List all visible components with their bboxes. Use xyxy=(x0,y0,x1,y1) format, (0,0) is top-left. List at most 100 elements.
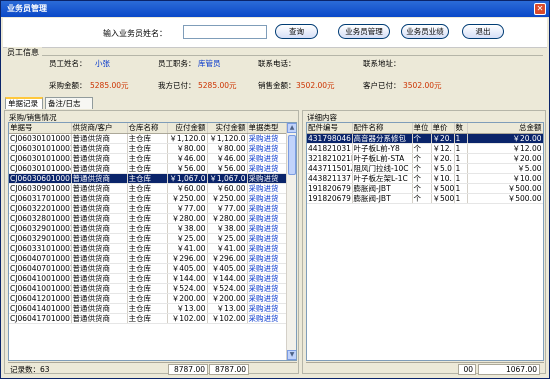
right-col-header[interactable]: 单价 xyxy=(431,123,455,134)
table-cell: 443821137 xyxy=(307,173,353,184)
left-col-header[interactable]: 单据号 xyxy=(9,123,72,134)
table-cell: ￥5.0 xyxy=(431,163,455,174)
scroll-up-icon[interactable]: ▲ xyxy=(287,123,296,133)
records-table-grid: 单据号 供货商/客户 仓库名称 应付金额 实付金额 单据类型 CJ060301010001… xyxy=(9,123,289,324)
right-col-header[interactable]: 配件编号 xyxy=(307,123,353,134)
table-cell: 191820679 xyxy=(307,183,353,194)
table-row[interactable]: CJ060407010001 普通供货商 主仓库 ￥296.00 ￥296.00 采购进货 xyxy=(9,253,289,264)
table-row[interactable]: 431798046 高音器分系修包个 ￥20. 1 ￥20.00 xyxy=(307,133,543,144)
table-row[interactable]: CJ060407010002 普通供货商 主仓库 ￥405.00 ￥405.00 采购进货 xyxy=(9,263,289,274)
table-cell: 主仓库 xyxy=(127,153,168,164)
table-cell: ￥500 xyxy=(431,183,455,194)
table-cell: ￥405.00 xyxy=(207,263,248,274)
table-cell: 采购进货 xyxy=(247,153,289,164)
purchase-sales-group: 采购/销售情况 单据号 供货商/客户 仓库名称 应付金额 实付金额 单据类型 CJ0603… xyxy=(4,110,299,375)
table-cell: ￥1,067.0 xyxy=(207,173,248,184)
divider xyxy=(7,55,543,56)
table-cell: 采购进货 xyxy=(247,303,289,314)
table-cell: 普通供货商 xyxy=(71,133,128,144)
table-row[interactable]: 321821021N 叶子板L前-STA 个 ￥20. 1 ￥20.00 xyxy=(307,153,543,164)
table-row[interactable]: CJ060329010003 普通供货商 主仓库 ￥25.00 ￥25.00 采购进货 xyxy=(9,233,289,244)
table-row[interactable]: CJ060301010003 普通供货商 主仓库 ￥46.00 ￥46.00 采购进货 xyxy=(9,153,289,164)
right-col-header[interactable]: 单位 xyxy=(412,123,432,134)
table-row[interactable]: CJ060301010002 普通供货商 主仓库 ￥80.00 ￥80.00 采购进货 xyxy=(9,143,289,154)
tab-records[interactable]: 单据记录 xyxy=(5,97,43,109)
left-col-header[interactable]: 仓库名称 xyxy=(127,123,168,134)
search-input[interactable] xyxy=(183,25,267,39)
table-cell: 普通供货商 xyxy=(71,293,128,304)
table-row[interactable]: 191820679 膨胀阀-JBT 个 ￥500 1 ￥500.00 xyxy=(307,183,543,194)
left-col-header[interactable]: 实付金额 xyxy=(207,123,248,134)
table-row[interactable]: CJ060412010001 普通供货商 主仓库 ￥200.00 ￥200.00 采购进货 xyxy=(9,293,289,304)
left-col-header[interactable]: 单据类型 xyxy=(247,123,289,134)
query-button[interactable]: 查询 xyxy=(275,24,318,39)
table-row[interactable]: CJ060301010001 普通供货商 主仓库 ￥1,120.0 ￥1,120.0 采购… xyxy=(9,133,289,144)
close-icon[interactable]: ✕ xyxy=(534,3,546,15)
tab-notes[interactable]: 备注/日志 xyxy=(45,97,93,109)
table-cell: ￥280.00 xyxy=(207,213,248,224)
table-cell: ￥60.00 xyxy=(167,183,208,194)
table-row[interactable]: CJ060322010001 普通供货商 主仓库 ￥77.00 ￥77.00 采购进货 xyxy=(9,203,289,214)
salesman-manage-button[interactable]: 业务员管理 xyxy=(338,24,390,39)
table-cell: 321821021N xyxy=(307,153,353,164)
left-col-header[interactable]: 供货商/客户 xyxy=(71,123,128,134)
table-cell: 普通供货商 xyxy=(71,233,128,244)
table-cell: ￥405.00 xyxy=(167,263,208,274)
table-cell: ￥250.00 xyxy=(167,193,208,204)
table-cell: 采购进货 xyxy=(247,283,289,294)
table-row[interactable]: CJ060317010001 普通供货商 主仓库 ￥250.00 ￥250.00 采购进货 xyxy=(9,193,289,204)
address-label: 联系地址： xyxy=(363,59,401,68)
table-cell: 叶子板L前-STA xyxy=(352,153,413,164)
table-cell: ￥500.00 xyxy=(467,193,543,204)
table-cell: ￥102.00 xyxy=(167,313,208,324)
table-cell: 431798046 xyxy=(307,133,353,144)
right-col-header[interactable]: 总金额 xyxy=(467,123,543,134)
table-cell: 主仓库 xyxy=(127,163,168,174)
exit-button[interactable]: 退出 xyxy=(462,24,504,39)
right-col-header[interactable]: 数 xyxy=(454,123,468,134)
total-payable: 8787.00 xyxy=(168,364,208,375)
employee-name: 小张 xyxy=(95,59,110,68)
records-table[interactable]: 单据号 供货商/客户 仓库名称 应付金额 实付金额 单据类型 CJ060301010001… xyxy=(8,122,297,361)
table-cell: ￥46.00 xyxy=(207,153,248,164)
search-panel: 输入业务员姓名： 查询 业务员管理 业务员业绩 退出 xyxy=(3,18,547,48)
right-col-header[interactable]: 配件名称 xyxy=(352,123,413,134)
table-row[interactable]: CJ060329010002 普通供货商 主仓库 ￥38.00 ￥38.00 采购进货 xyxy=(9,223,289,234)
table-row[interactable]: CJ060410010002 普通供货商 主仓库 ￥524.00 ￥524.00 采购进货 xyxy=(9,283,289,294)
table-cell: ￥80.00 xyxy=(207,143,248,154)
table-cell: ￥25.00 xyxy=(207,233,248,244)
records-footer: 记录数：63 8787.00 8787.00 xyxy=(8,362,297,375)
table-cell: CJ060306010001 xyxy=(9,173,72,184)
table-cell: ￥250.00 xyxy=(207,193,248,204)
window-title: 业务员管理 xyxy=(7,4,47,13)
table-cell: ￥102.00 xyxy=(207,313,248,324)
table-row[interactable]: CJ060331010002 普通供货商 主仓库 ￥41.00 ￥41.00 采购进货 xyxy=(9,243,289,254)
records-scrollbar[interactable]: ▲ ▼ xyxy=(286,123,296,360)
table-cell: 普通供货商 xyxy=(71,313,128,324)
total-paid: 8787.00 xyxy=(209,364,249,375)
table-row[interactable]: 443711501A 阻风门拉线-10C 个 ￥5.0 1 ￥5.00 xyxy=(307,163,543,174)
table-row[interactable]: CJ060417010001 普通供货商 主仓库 ￥102.00 ￥102.00 采购进货 xyxy=(9,313,289,324)
salesman-performance-button[interactable]: 业务员业绩 xyxy=(401,24,449,39)
table-cell: CJ060410010002 xyxy=(9,283,72,294)
table-row[interactable]: CJ060410010001 普通供货商 主仓库 ￥144.00 ￥144.00 采购进货 xyxy=(9,273,289,284)
scroll-thumb[interactable] xyxy=(288,135,296,175)
table-cell: ￥46.00 xyxy=(167,153,208,164)
table-row[interactable]: CJ060328010001 普通供货商 主仓库 ￥280.00 ￥280.00 采购进货 xyxy=(9,213,289,224)
employee-info-panel: 员工信息 员工姓名： 小张 员工职务： 库管员 联系电话： 联系地址： 采购金额… xyxy=(3,47,547,94)
table-cell: 采购进货 xyxy=(247,263,289,274)
table-row[interactable]: 191820679 膨胀阀-JBT 个 ￥500 1 ￥500.00 xyxy=(307,193,543,204)
detail-amount-total: 1067.00 xyxy=(478,364,540,375)
detail-table[interactable]: 配件编号 配件名称 单位 单价数总金额 431798046 高音器分系修包个 ￥20. 1 ￥… xyxy=(306,122,544,361)
table-row[interactable]: 443821137 叶子板左架L-1C 个 ￥10. 1 ￥10.00 xyxy=(307,173,543,184)
table-row[interactable]: CJ060306010001 普通供货商 主仓库 ￥1,067.0 ￥1,067.0 采购… xyxy=(9,173,289,184)
table-row[interactable]: CJ060301010004 普通供货商 主仓库 ￥56.00 ￥56.00 采购进货 xyxy=(9,163,289,174)
table-row[interactable]: 441821031 叶子板L前-Y8 个 ￥12. 1 ￥12.00 xyxy=(307,143,543,154)
scroll-down-icon[interactable]: ▼ xyxy=(287,350,296,360)
table-cell: 采购进货 xyxy=(247,243,289,254)
table-cell: 主仓库 xyxy=(127,303,168,314)
left-col-header[interactable]: 应付金额 xyxy=(167,123,208,134)
table-row[interactable]: CJ060414010001 普通供货商 主仓库 ￥13.00 ￥13.00 采购进货 xyxy=(9,303,289,314)
table-row[interactable]: CJ060309010001 普通供货商 主仓库 ￥60.00 ￥60.00 采购进货 xyxy=(9,183,289,194)
table-cell: 叶子板L前-Y8 xyxy=(352,143,413,154)
